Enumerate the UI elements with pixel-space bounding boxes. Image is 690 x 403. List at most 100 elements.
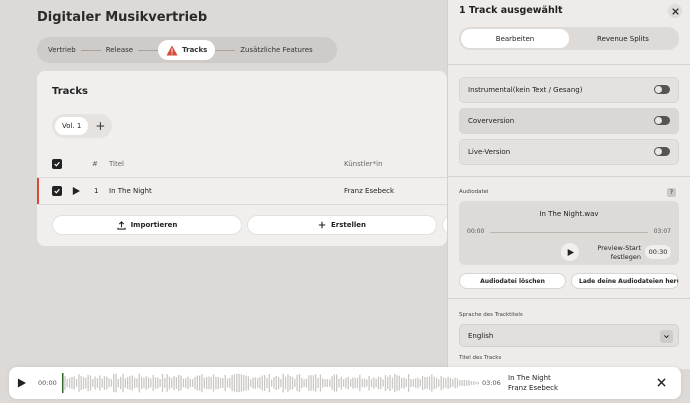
waveform-bar [394, 373, 396, 393]
waveform-bar [182, 378, 185, 388]
step-additional-features[interactable]: Zusätzliche Features [235, 46, 317, 54]
waveform-bar [152, 374, 154, 392]
close-icon[interactable] [657, 378, 666, 387]
waveform-bar [421, 375, 424, 391]
page-title: Digitaler Musikvertrieb [37, 10, 208, 25]
waveform-bar [433, 376, 435, 390]
language-select[interactable]: English [459, 324, 679, 347]
close-panel-button[interactable] [668, 4, 682, 18]
import-button[interactable]: Importieren [52, 215, 242, 235]
waveform-bar [219, 377, 222, 389]
waveform-bar [89, 375, 92, 391]
waveform-bar [212, 374, 215, 392]
waveform-bar [178, 374, 180, 391]
cover-switch[interactable] [654, 116, 670, 125]
column-header-title: Titel [109, 160, 125, 168]
waveform-bar [405, 379, 407, 387]
row-divider [37, 204, 447, 205]
volume-tab-1[interactable]: Vol. 1 [55, 117, 89, 135]
waveform-bar [308, 375, 310, 391]
waveform-bar [468, 380, 470, 386]
waveform-bar [203, 377, 205, 389]
waveform-bar [127, 377, 129, 389]
waveform-bar [250, 379, 252, 387]
waveform-bar [236, 373, 238, 393]
waveform-bar [117, 378, 119, 388]
waveform-bar [110, 379, 113, 387]
row-warning-marker [37, 178, 39, 204]
tab-revenue-splits[interactable]: Revenue Splits [569, 29, 677, 48]
waveform-bar [147, 377, 150, 389]
live-switch[interactable] [654, 147, 670, 156]
waveform-scrubber[interactable] [62, 373, 480, 393]
table-row[interactable]: 1 In The Night Franz Esebeck [37, 178, 447, 204]
waveform-bar [296, 374, 298, 392]
waveform-bar [278, 376, 280, 390]
row-checkbox[interactable] [52, 186, 62, 196]
preview-label-line-2: festlegen [610, 253, 641, 261]
waveform-bar [361, 378, 363, 388]
preview-start-value[interactable]: 00:30 [645, 245, 671, 259]
waveform-bar [187, 376, 189, 390]
select-all-checkbox[interactable] [52, 159, 62, 169]
waveform-bar [189, 379, 191, 388]
waveform-bar [173, 375, 175, 391]
waveform-bar [426, 377, 428, 389]
waveform-bar [359, 374, 361, 392]
waveform-bar [329, 379, 331, 387]
check-icon [54, 161, 60, 167]
waveform-bar [403, 377, 405, 389]
play-icon[interactable] [17, 378, 26, 388]
waveform-bar [131, 375, 133, 391]
waveform-bar [452, 379, 454, 387]
tab-edit[interactable]: Bearbeiten [461, 29, 569, 48]
column-header-artist: Künstler*in [344, 160, 383, 168]
create-button[interactable]: Erstellen [247, 215, 437, 235]
step-release[interactable]: Release [101, 46, 138, 54]
waveform-bar [373, 377, 375, 389]
help-icon[interactable]: ? [667, 188, 676, 197]
instrumental-switch[interactable] [654, 85, 670, 94]
waveform-bar [294, 378, 296, 388]
waveform-bar [442, 377, 445, 389]
audio-play-button[interactable] [561, 243, 579, 261]
waveform-bar [266, 377, 268, 389]
waveform-bar [473, 380, 475, 386]
waveform-bar [396, 375, 398, 391]
playhead[interactable] [62, 373, 64, 393]
waveform-bar [282, 373, 284, 393]
track-number: 1 [94, 187, 99, 195]
delete-audio-button[interactable]: Audiodatei löschen [459, 273, 566, 289]
step-vertrieb[interactable]: Vertrieb [43, 46, 81, 54]
audio-time-start: 00:00 [467, 228, 485, 235]
track-detail-panel: 1 Track ausgewählt Bearbeiten Revenue Sp… [447, 0, 690, 369]
waveform-bar [431, 374, 433, 392]
play-icon[interactable] [72, 187, 80, 195]
waveform-bar [326, 379, 328, 387]
add-volume-icon[interactable]: + [95, 119, 105, 133]
waveform-bar [154, 377, 157, 389]
waveform-bar [101, 378, 103, 388]
preview-start-label: Preview-Start festlegen [585, 244, 641, 262]
section-divider [448, 176, 690, 177]
waveform-bar [370, 379, 373, 387]
toggle-label-cover: Coverversion [468, 117, 515, 125]
waveform-bar [324, 379, 326, 387]
waveform-bar [417, 377, 419, 389]
waveform-bar [368, 375, 370, 391]
waveform-bar [120, 376, 122, 390]
waveform-bar [275, 376, 277, 390]
waveform-bar [440, 375, 442, 391]
waveform-bar [424, 376, 426, 390]
waveform-bar [210, 376, 212, 390]
waveform-bar [375, 378, 377, 388]
waveform-bar [273, 377, 275, 389]
waveform-bar [252, 377, 254, 389]
step-tracks[interactable]: Tracks [158, 40, 216, 60]
waveform-bar [475, 381, 477, 385]
waveform-bar [352, 377, 354, 389]
upload-audio-button[interactable]: Lade deine Audiodateien herunter [571, 273, 679, 289]
audio-scrubber[interactable] [490, 232, 648, 233]
check-icon [54, 188, 60, 194]
track-title: In The Night [109, 187, 152, 195]
